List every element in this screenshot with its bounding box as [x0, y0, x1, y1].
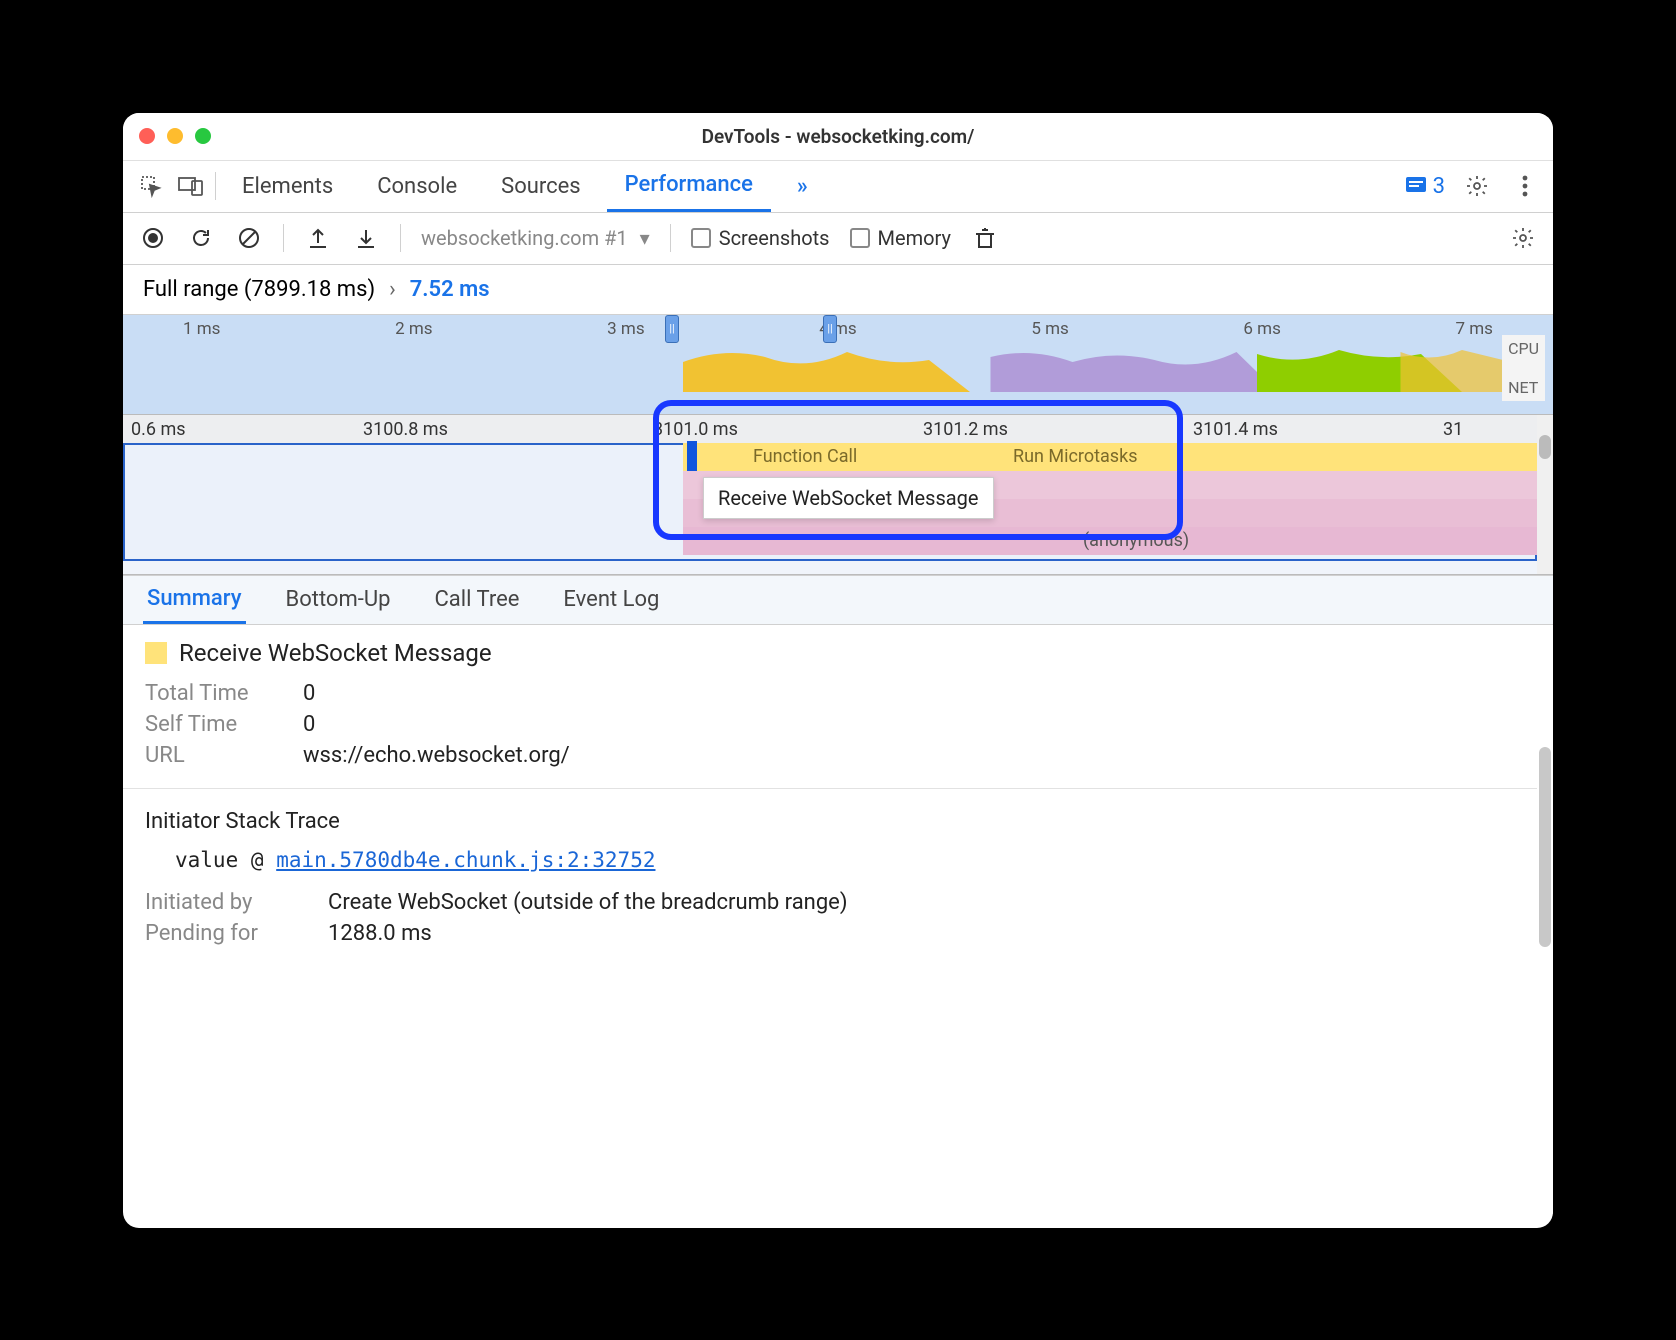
profile-select-label: websocketking.com #1	[421, 226, 628, 250]
url-label: URL	[145, 743, 275, 768]
ov-tick: 2 ms	[395, 319, 432, 339]
tabs-overflow[interactable]: »	[779, 161, 826, 212]
inspect-icon[interactable]	[135, 170, 167, 202]
stack-trace-title: Initiator Stack Trace	[145, 809, 1531, 834]
overview-ticks: 1 ms 2 ms 3 ms 4 ms 5 ms 6 ms 7 ms	[123, 319, 1553, 339]
stack-source-link[interactable]: main.5780db4e.chunk.js:2:32752	[276, 848, 655, 872]
separator	[670, 224, 671, 252]
ov-tick: 5 ms	[1031, 319, 1068, 339]
checkbox-icon	[850, 228, 870, 248]
total-time-value: 0	[303, 681, 315, 706]
self-time-label: Self Time	[145, 712, 275, 737]
detail-tab-summary[interactable]: Summary	[143, 576, 246, 624]
memory-label: Memory	[878, 226, 951, 250]
detail-tab-call-tree[interactable]: Call Tree	[430, 576, 523, 624]
ov-tick: 1 ms	[183, 319, 220, 339]
pending-for-label: Pending for	[145, 921, 300, 946]
timeline-overview[interactable]: 1 ms 2 ms 3 ms 4 ms 5 ms 6 ms 7 ms || ||…	[123, 315, 1553, 415]
separator	[400, 224, 401, 252]
scrollbar-thumb[interactable]	[1539, 747, 1551, 947]
collect-garbage-button[interactable]	[971, 224, 999, 252]
self-time-value: 0	[303, 712, 315, 737]
perf-toolbar: websocketking.com #1 ▾ Screenshots Memor…	[123, 213, 1553, 265]
selected-range-label[interactable]: 7.52 ms	[410, 277, 490, 302]
range-breadcrumb: Full range (7899.18 ms) › 7.52 ms	[123, 265, 1553, 315]
tab-elements[interactable]: Elements	[224, 161, 351, 212]
separator	[215, 172, 216, 200]
download-profile-button[interactable]	[352, 224, 380, 252]
devtools-window: DevTools - websocketking.com/ Elements C…	[123, 113, 1553, 1228]
settings-gear-icon[interactable]	[1461, 170, 1493, 202]
flame-row-0[interactable]: Function Call Run Microtasks	[683, 443, 1537, 471]
tab-console[interactable]: Console	[359, 161, 475, 212]
overview-handle-right[interactable]: ||	[823, 315, 837, 343]
device-toggle-icon[interactable]	[175, 170, 207, 202]
flame-tooltip: Receive WebSocket Message	[703, 477, 994, 519]
clear-button[interactable]	[235, 224, 263, 252]
selected-event-marker	[687, 441, 697, 471]
tab-performance[interactable]: Performance	[607, 161, 771, 212]
summary-scrollbar[interactable]	[1537, 731, 1553, 1214]
tab-sources[interactable]: Sources	[483, 161, 599, 212]
upload-profile-button[interactable]	[304, 224, 332, 252]
initiated-by-label: Initiated by	[145, 890, 300, 915]
capture-settings-gear-icon[interactable]	[1509, 224, 1537, 252]
flame-scrollbar[interactable]	[1537, 415, 1553, 574]
stack-func: value	[175, 848, 238, 872]
checkbox-icon	[691, 228, 711, 248]
summary-pane: Receive WebSocket Message Total Time 0 S…	[123, 625, 1553, 1228]
stack-at: @	[251, 848, 264, 872]
flame-entry[interactable]: (anonymous)	[1083, 530, 1189, 551]
separator	[283, 224, 284, 252]
ruler-tick: 0.6 ms	[131, 419, 186, 440]
flame-chart[interactable]: 0.6 ms 3100.8 ms 3101.0 ms 3101.2 ms 310…	[123, 415, 1553, 575]
pending-for-value: 1288.0 ms	[328, 921, 432, 946]
cpu-waveform	[683, 342, 1503, 392]
ov-tick: 7 ms	[1455, 319, 1492, 339]
net-label: NET	[1508, 378, 1539, 397]
ruler-tick: 3101.4 ms	[1193, 419, 1278, 440]
record-button[interactable]	[139, 224, 167, 252]
memory-checkbox[interactable]: Memory	[850, 226, 951, 250]
flame-ruler: 0.6 ms 3100.8 ms 3101.0 ms 3101.2 ms 310…	[123, 415, 1537, 443]
flame-entry[interactable]: Run Microtasks	[1013, 446, 1138, 467]
ruler-tick: 3101.0 ms	[653, 419, 738, 440]
detail-tab-event-log[interactable]: Event Log	[559, 576, 663, 624]
scrollbar-thumb[interactable]	[1539, 435, 1551, 459]
reload-record-button[interactable]	[187, 224, 215, 252]
profile-select[interactable]: websocketking.com #1 ▾	[421, 226, 650, 250]
chevron-right-icon: ›	[389, 277, 396, 302]
ov-tick: 6 ms	[1243, 319, 1280, 339]
flame-entry[interactable]: Function Call	[753, 446, 857, 467]
overview-track-labels: CPU NET	[1502, 335, 1545, 401]
tooltip-text: Receive WebSocket Message	[718, 486, 979, 510]
flame-row-3[interactable]: (anonymous)	[683, 527, 1537, 555]
screenshots-label: Screenshots	[719, 226, 830, 250]
initiated-by-value: Create WebSocket (outside of the breadcr…	[328, 890, 848, 915]
event-name: Receive WebSocket Message	[179, 639, 492, 667]
url-value: wss://echo.websocket.org/	[303, 743, 570, 768]
ruler-tick: 31	[1443, 419, 1463, 440]
overview-handle-left[interactable]: ||	[665, 315, 679, 343]
cpu-label: CPU	[1508, 339, 1539, 358]
event-color-swatch	[145, 642, 167, 664]
titlebar: DevTools - websocketking.com/	[123, 113, 1553, 161]
stack-frame: value @ main.5780db4e.chunk.js:2:32752	[175, 848, 1531, 872]
ruler-tick: 3101.2 ms	[923, 419, 1008, 440]
full-range-label[interactable]: Full range (7899.18 ms)	[143, 277, 375, 302]
more-menu-icon[interactable]	[1509, 170, 1541, 202]
divider	[123, 788, 1553, 789]
main-tabs: Elements Console Sources Performance » 3	[123, 161, 1553, 213]
screenshots-checkbox[interactable]: Screenshots	[691, 226, 830, 250]
total-time-label: Total Time	[145, 681, 275, 706]
detail-tabs: Summary Bottom-Up Call Tree Event Log	[123, 575, 1553, 625]
window-title: DevTools - websocketking.com/	[123, 125, 1553, 148]
issues-button[interactable]: 3	[1405, 174, 1445, 199]
issues-count: 3	[1433, 174, 1445, 199]
detail-tab-bottom-up[interactable]: Bottom-Up	[282, 576, 395, 624]
ruler-tick: 3100.8 ms	[363, 419, 448, 440]
chevron-down-icon: ▾	[640, 226, 650, 250]
ov-tick: 3 ms	[607, 319, 644, 339]
